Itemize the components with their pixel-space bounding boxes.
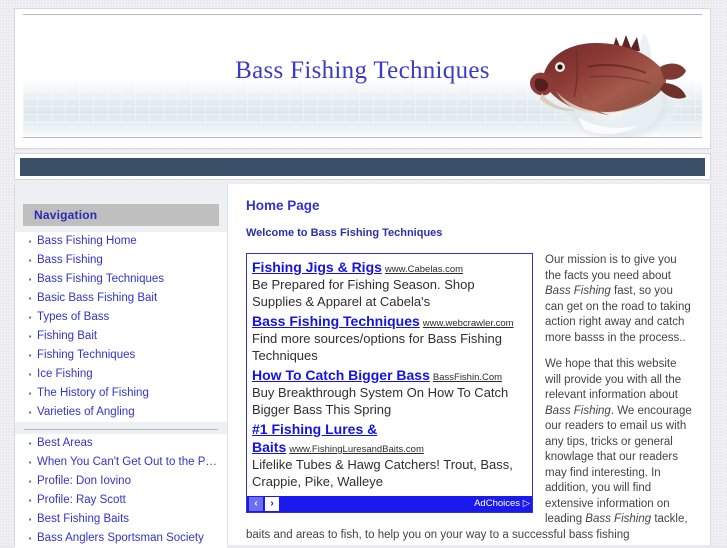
sidebar-link-label[interactable]: Fishing Bait — [37, 330, 97, 343]
advertisement-unit[interactable]: Fishing Jigs & Rigs www.Cabelas.com Be Pr… — [246, 253, 533, 513]
top-navigation-bar — [14, 153, 711, 180]
ad-headline[interactable]: Fishing Jigs & Rigs — [252, 259, 382, 275]
bass-fish-image — [530, 33, 686, 137]
bullet-icon: ▪ — [28, 275, 32, 284]
sidebar-item-types-of-bass[interactable]: ▪ Types of Bass — [23, 308, 219, 327]
sidebar-primary-list: ▪ Bass Fishing Home ▪ Bass Fishing ▪ Bas… — [15, 232, 227, 422]
ad-url[interactable]: www.FishingLuresandBaits.com — [289, 444, 424, 455]
sidebar: Navigation ▪ Bass Fishing Home ▪ Bass Fi… — [15, 184, 228, 548]
mission-emphasis: Bass Fishing — [545, 285, 611, 297]
ad-url[interactable]: BassFishin.Com — [433, 372, 502, 383]
sidebar-link-label[interactable]: Bass Fishing Home — [37, 235, 137, 248]
sidebar-link-label[interactable]: Bass Fishing — [37, 254, 103, 267]
main-content: Home Page Welcome to Bass Fishing Techni… — [228, 184, 710, 545]
bullet-icon: ▪ — [28, 477, 32, 486]
bullet-icon: ▪ — [28, 408, 32, 417]
hope-emphasis-2: Bass Fishing — [585, 513, 652, 525]
sidebar-link-label[interactable]: Varieties of Angling — [37, 406, 135, 419]
site-header: Bass Fishing Techniques — [14, 8, 711, 149]
sidebar-item-ice-fishing[interactable]: ▪ Ice Fishing — [23, 365, 219, 384]
ad-pagination: ‹ › — [249, 497, 279, 511]
page-title: Home Page — [246, 198, 320, 213]
hope-text-b: . We encourage our readers to email us w… — [545, 404, 692, 526]
ad-list: Fishing Jigs & Rigs www.Cabelas.com Be Pr… — [247, 254, 532, 494]
ad-entry[interactable]: Bass Fishing Techniques www.webcrawler.co… — [252, 312, 527, 364]
sidebar-item-fishing-techniques[interactable]: ▪ Fishing Techniques — [23, 346, 219, 365]
sidebar-item-when-you-cant-get-out-to-the-pond[interactable]: ▪ When You Can't Get Out to the Pond... — [23, 453, 219, 472]
ad-headline[interactable]: Bass Fishing Techniques — [252, 313, 420, 329]
ad-entry[interactable]: Fishing Jigs & Rigs www.Cabelas.com Be Pr… — [252, 258, 527, 310]
sidebar-link-label[interactable]: Best Areas — [37, 437, 93, 450]
bullet-icon: ▪ — [28, 370, 32, 379]
sidebar-link-label[interactable]: Ice Fishing — [37, 368, 93, 381]
sidebar-secondary-list: ▪ Best Areas ▪ When You Can't Get Out to… — [15, 434, 227, 548]
sidebar-item-best-fishing-baits[interactable]: ▪ Best Fishing Baits — [23, 510, 219, 529]
bullet-icon: ▪ — [28, 351, 32, 360]
sidebar-link-label[interactable]: Fishing Techniques — [37, 349, 135, 362]
bullet-icon: ▪ — [28, 256, 32, 265]
navigation-bar-fill[interactable] — [20, 158, 705, 176]
ad-prev-arrow-icon[interactable]: ‹ — [249, 497, 263, 511]
ad-entry[interactable]: #1 Fishing Lures & Baits www.FishingLures… — [252, 420, 527, 490]
sidebar-link-label[interactable]: The History of Fishing — [37, 387, 149, 400]
sidebar-item-the-history-of-fishing[interactable]: ▪ The History of Fishing — [23, 384, 219, 403]
hope-emphasis: Bass Fishing — [545, 404, 611, 417]
sidebar-link-label[interactable]: Types of Bass — [37, 311, 109, 324]
page-body: Navigation ▪ Bass Fishing Home ▪ Bass Fi… — [14, 184, 711, 548]
bullet-icon: ▪ — [28, 496, 32, 505]
adchoices-icon: ▷ — [522, 498, 530, 509]
sidebar-item-profile-ray-scott[interactable]: ▪ Profile: Ray Scott — [23, 491, 219, 510]
header-banner: Bass Fishing Techniques — [23, 14, 702, 138]
adchoices-label: AdChoices — [474, 498, 521, 509]
hope-text-a: We hope that this website will provide y… — [545, 358, 682, 401]
ad-url[interactable]: www.webcrawler.com — [423, 318, 514, 329]
ad-footer: ‹ › AdChoices ▷ — [247, 496, 532, 512]
welcome-heading: Welcome to Bass Fishing Techniques — [246, 227, 443, 239]
ad-description: Buy Breakthrough System On How To Catch … — [252, 385, 509, 417]
bullet-icon: ▪ — [28, 458, 32, 467]
sidebar-item-basic-bass-fishing-bait[interactable]: ▪ Basic Bass Fishing Bait — [23, 289, 219, 308]
ad-description: Lifelike Tubes & Hawg Catchers! Trout, B… — [252, 457, 513, 489]
bullet-icon: ▪ — [28, 294, 32, 303]
ad-headline[interactable]: How To Catch Bigger Bass — [252, 367, 430, 383]
sidebar-item-best-areas[interactable]: ▪ Best Areas — [23, 434, 219, 453]
sidebar-item-profile-don-iovino[interactable]: ▪ Profile: Don Iovino — [23, 472, 219, 491]
ad-next-arrow-icon[interactable]: › — [265, 497, 279, 511]
sidebar-item-fishing-bait[interactable]: ▪ Fishing Bait — [23, 327, 219, 346]
sidebar-item-bass-fishing-home[interactable]: ▪ Bass Fishing Home — [23, 232, 219, 251]
sidebar-item-varieties-of-angling[interactable]: ▪ Varieties of Angling — [23, 403, 219, 422]
sidebar-item-bass-anglers-sportsman-society[interactable]: ▪ Bass Anglers Sportsman Society — [23, 529, 219, 548]
sidebar-link-label[interactable]: Basic Bass Fishing Bait — [37, 292, 157, 305]
page-shell: Bass Fishing Techniques Navigation ▪ Bas… — [14, 0, 713, 548]
sidebar-link-label[interactable]: Profile: Ray Scott — [37, 494, 126, 507]
bullet-icon: ▪ — [28, 389, 32, 398]
bullet-icon: ▪ — [28, 515, 32, 524]
bullet-icon: ▪ — [28, 439, 32, 448]
ad-description: Find more sources/options for Bass Fishi… — [252, 331, 502, 363]
bullet-icon: ▪ — [28, 313, 32, 322]
sidebar-link-label[interactable]: Profile: Don Iovino — [37, 475, 131, 488]
sidebar-link-label[interactable]: Bass Anglers Sportsman Society — [37, 532, 204, 545]
ad-entry[interactable]: How To Catch Bigger Bass BassFishin.Com B… — [252, 366, 527, 418]
sidebar-heading: Navigation — [23, 204, 219, 226]
bullet-icon: ▪ — [28, 237, 32, 246]
adchoices-button[interactable]: AdChoices ▷ — [464, 497, 530, 511]
mission-text-a: Our mission is to give you the facts you… — [545, 254, 677, 282]
sidebar-link-label[interactable]: Bass Fishing Techniques — [37, 273, 164, 286]
sidebar-link-label[interactable]: When You Can't Get Out to the Pond... — [37, 456, 219, 469]
bullet-icon: ▪ — [28, 534, 32, 543]
bullet-icon: ▪ — [28, 332, 32, 341]
ad-description: Be Prepared for Fishing Season. Shop Sup… — [252, 277, 475, 309]
sidebar-item-bass-fishing[interactable]: ▪ Bass Fishing — [23, 251, 219, 270]
sidebar-divider — [24, 429, 218, 430]
sidebar-item-bass-fishing-techniques[interactable]: ▪ Bass Fishing Techniques — [23, 270, 219, 289]
ad-url[interactable]: www.Cabelas.com — [385, 264, 463, 275]
sidebar-link-label[interactable]: Best Fishing Baits — [37, 513, 129, 526]
